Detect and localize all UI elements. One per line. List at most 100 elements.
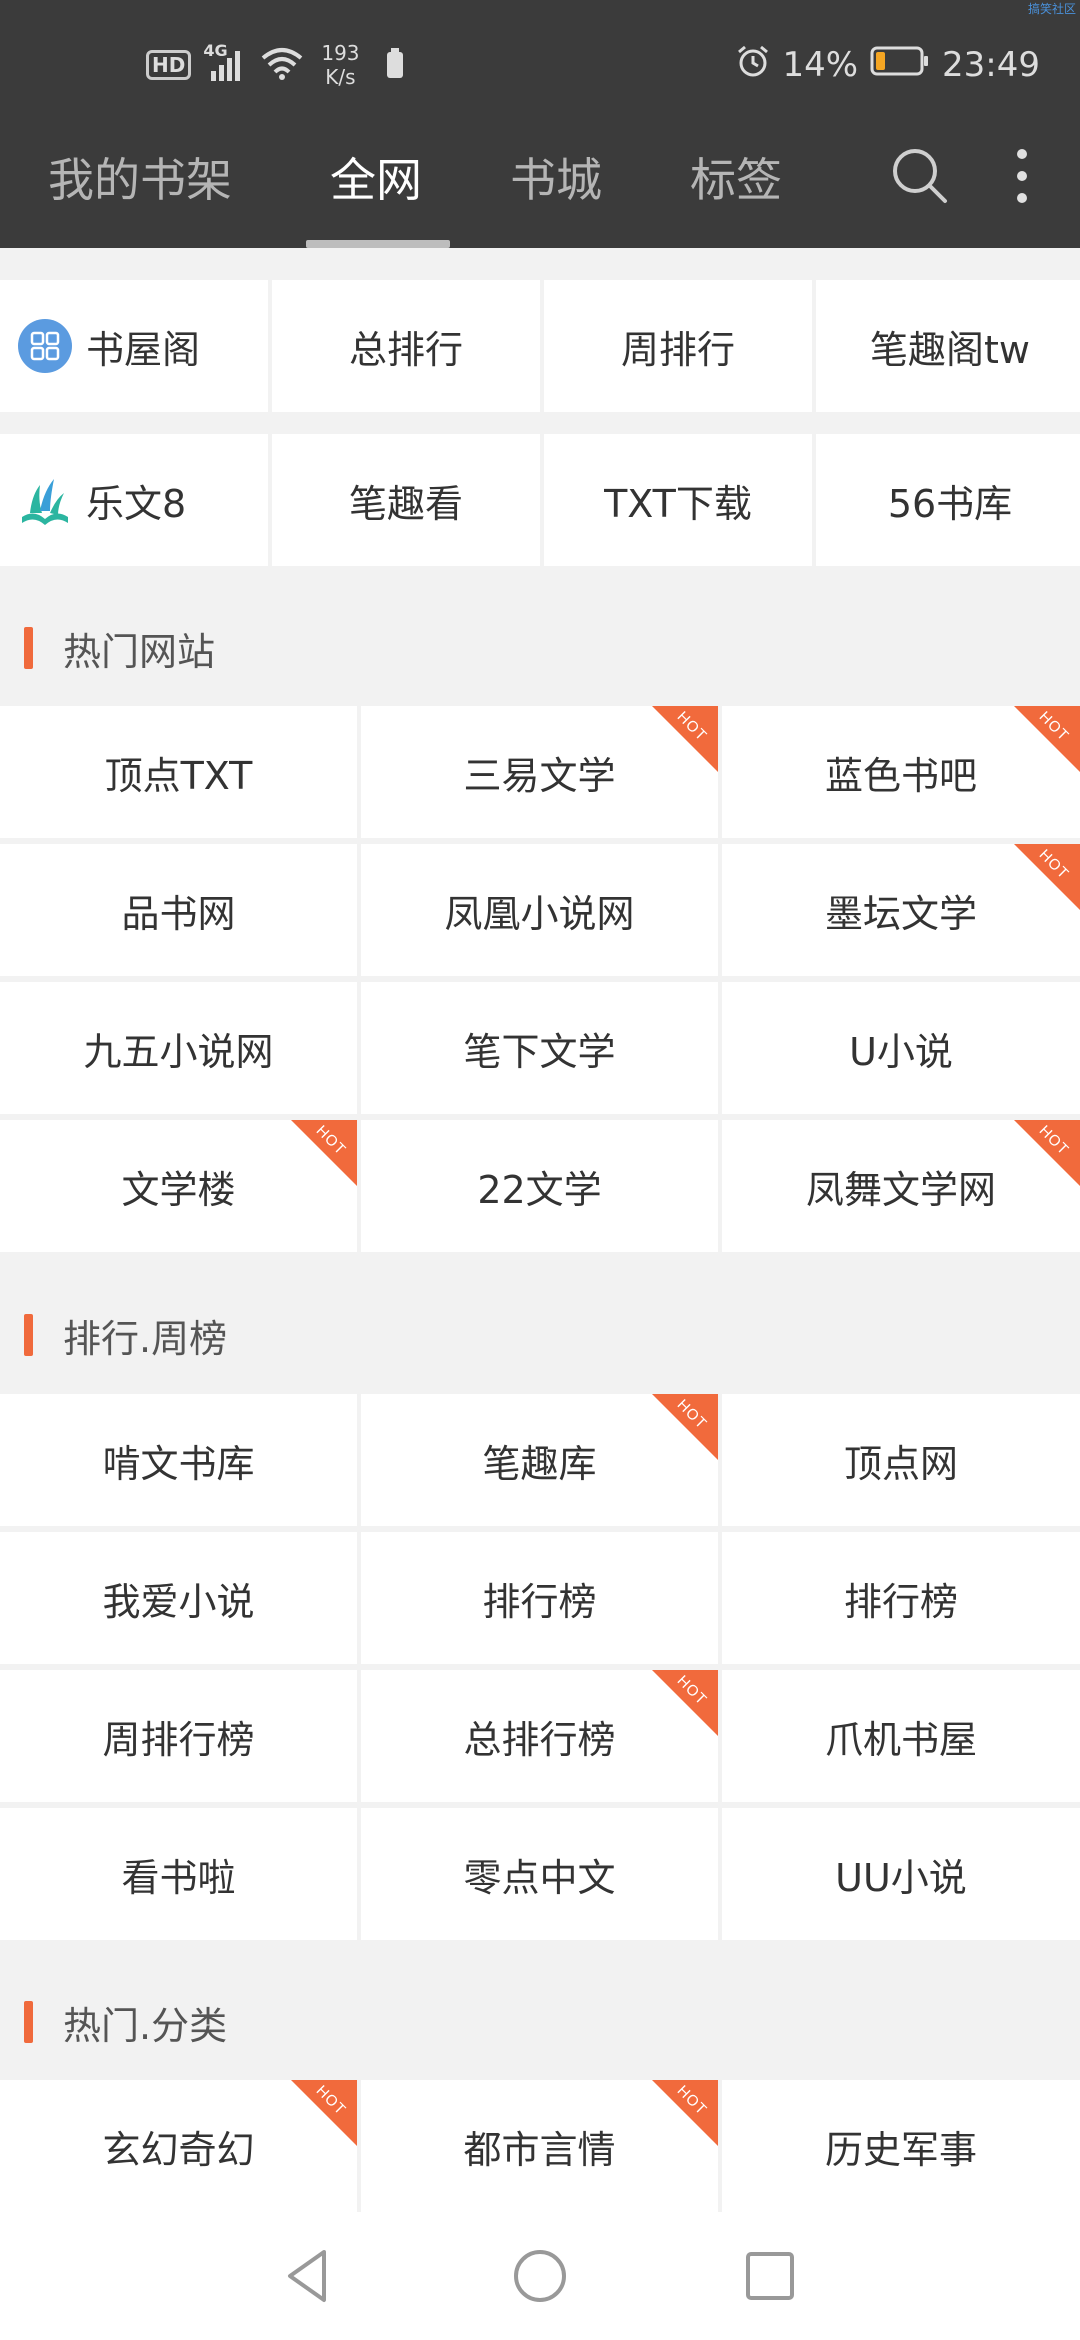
site-link-item[interactable]: 墨坛文学 HOT: [722, 844, 1080, 976]
site-link-label: 看书啦: [121, 1855, 236, 1900]
site-link-item[interactable]: 爪机书屋: [722, 1670, 1080, 1802]
battery-icon: [870, 45, 930, 85]
recent-square-icon[interactable]: [740, 2246, 800, 2306]
tab-tags[interactable]: 标签: [690, 148, 782, 212]
site-link-label: 排行榜: [843, 1579, 958, 1624]
wifi-icon: [261, 46, 303, 84]
site-link-item[interactable]: 九五小说网: [0, 982, 357, 1114]
quick-links-row-1: 书屋阁 总排行 周排行 笔趣阁tw: [0, 280, 1080, 412]
quick-link-biquge-tw[interactable]: 笔趣阁tw: [816, 280, 1080, 412]
site-link-item[interactable]: 都市言情 HOT: [361, 2080, 718, 2212]
site-link-item[interactable]: 蓝色书吧 HOT: [722, 706, 1080, 838]
quick-link-total-rank[interactable]: 总排行: [272, 280, 540, 412]
quick-link-label: 笔趣阁tw: [870, 327, 1030, 372]
site-link-label: 啃文书库: [102, 1441, 255, 1486]
site-link-item[interactable]: 排行榜: [722, 1532, 1080, 1664]
site-link-item[interactable]: 啃文书库: [0, 1394, 357, 1526]
site-link-label: 品书网: [121, 891, 236, 936]
site-link-item[interactable]: 顶点网: [722, 1394, 1080, 1526]
hot-badge-text: HOT: [673, 708, 711, 745]
status-left: HD 4G 193 K/s: [146, 40, 404, 90]
quick-link-weekly-rank[interactable]: 周排行: [544, 280, 812, 412]
quick-link-label: 笔趣看: [348, 481, 463, 526]
site-link-item[interactable]: 笔趣库 HOT: [361, 1394, 718, 1526]
site-link-item[interactable]: 凤舞文学网 HOT: [722, 1120, 1080, 1252]
weekly-rank-grid: 啃文书库 笔趣库 HOT 顶点网 我爱小说 排行榜 排行榜 周排行榜 总排行榜 HOT 爪机书屋 看书…: [0, 1394, 1080, 1940]
active-tab-indicator: [306, 240, 450, 248]
section-title-text: 排行.周榜: [63, 1316, 228, 1361]
site-link-item[interactable]: 周排行榜: [0, 1670, 357, 1802]
site-link-label: 凤舞文学网: [805, 1167, 996, 1212]
section-title-text: 热门网站: [63, 629, 216, 674]
site-link-label: 周排行榜: [102, 1717, 255, 1762]
hot-badge-text: HOT: [1035, 1122, 1073, 1159]
hot-badge-text: HOT: [312, 2082, 350, 2119]
site-link-item[interactable]: U小说: [722, 982, 1080, 1114]
main-content: 书屋阁 总排行 周排行 笔趣阁tw 乐文8 笔趣看 TXT下载 56书库 热门网…: [0, 248, 1080, 2212]
site-link-label: 三易文学: [463, 753, 616, 798]
grid-logo-icon: [18, 319, 72, 382]
quick-link-biqukan[interactable]: 笔趣看: [272, 434, 540, 566]
site-link-item[interactable]: 凤凰小说网: [361, 844, 718, 976]
site-link-label: 零点中文: [463, 1855, 616, 1900]
site-link-item[interactable]: 三易文学 HOT: [361, 706, 718, 838]
site-link-item[interactable]: 我爱小说: [0, 1532, 357, 1664]
site-link-label: 笔趣库: [482, 1441, 597, 1486]
section-title-hot-sites: 热门网站: [24, 618, 215, 678]
site-link-item[interactable]: 玄幻奇幻 HOT: [0, 2080, 357, 2212]
hot-badge-text: HOT: [673, 1672, 711, 1709]
quick-links-row-2: 乐文8 笔趣看 TXT下载 56书库: [0, 434, 1080, 566]
hd-badge: HD: [146, 50, 192, 80]
hot-badge-text: HOT: [673, 2082, 711, 2119]
quick-link-txt-download[interactable]: TXT下载: [544, 434, 812, 566]
site-link-item[interactable]: 历史军事: [722, 2080, 1080, 2212]
site-link-item[interactable]: 看书啦: [0, 1808, 357, 1940]
site-link-item[interactable]: 总排行榜 HOT: [361, 1670, 718, 1802]
quick-link-label: 书屋阁: [86, 327, 201, 372]
home-circle-icon[interactable]: [510, 2246, 570, 2306]
tab-all-web[interactable]: 全网: [330, 148, 422, 212]
quick-link-label: 56书库: [887, 481, 1013, 526]
quick-link-label: TXT下载: [604, 481, 752, 526]
hot-badge: HOT: [1014, 1120, 1080, 1186]
site-link-label: 顶点网: [843, 1441, 958, 1486]
site-link-label: 爪机书屋: [824, 1717, 977, 1762]
site-link-label: UU小说: [835, 1855, 967, 1900]
hot-badge: HOT: [652, 2080, 718, 2146]
site-link-item[interactable]: 零点中文: [361, 1808, 718, 1940]
site-link-item[interactable]: 排行榜: [361, 1532, 718, 1664]
quick-link-label: 乐文8: [86, 481, 187, 526]
clock-time: 23:49: [942, 45, 1040, 85]
speed-unit: K/s: [325, 65, 356, 89]
site-link-label: 都市言情: [463, 2127, 616, 2172]
speed-value: 193: [321, 41, 360, 65]
hot-badge: HOT: [652, 1670, 718, 1736]
site-link-item[interactable]: UU小说: [722, 1808, 1080, 1940]
section-title-weekly-rank: 排行.周榜: [24, 1305, 227, 1365]
quick-link-shuwuge[interactable]: 书屋阁: [0, 280, 268, 412]
site-link-item[interactable]: 品书网: [0, 844, 357, 976]
search-icon[interactable]: [890, 146, 950, 210]
book-logo-icon: [18, 473, 72, 536]
tab-bookshelf[interactable]: 我的书架: [48, 148, 232, 212]
site-link-label: 历史军事: [824, 2127, 977, 2172]
site-link-label: U小说: [849, 1029, 953, 1074]
hot-badge: HOT: [652, 1394, 718, 1460]
site-link-item[interactable]: 22文学: [361, 1120, 718, 1252]
site-link-item[interactable]: 文学楼 HOT: [0, 1120, 357, 1252]
back-triangle-icon[interactable]: [278, 2246, 338, 2306]
quick-link-lewen8[interactable]: 乐文8: [0, 434, 268, 566]
quick-link-56shuku[interactable]: 56书库: [816, 434, 1080, 566]
site-link-label: 22文学: [477, 1167, 602, 1212]
more-vertical-icon[interactable]: [1010, 146, 1034, 210]
site-link-label: 九五小说网: [83, 1029, 274, 1074]
hot-sites-grid: 顶点TXT 三易文学 HOT 蓝色书吧 HOT 品书网 凤凰小说网 墨坛文学 HOT 九五小说网 笔…: [0, 706, 1080, 1252]
quick-link-label: 周排行: [620, 327, 735, 372]
hot-badge: HOT: [291, 2080, 357, 2146]
hot-badge: HOT: [291, 1120, 357, 1186]
site-link-item[interactable]: 笔下文学: [361, 982, 718, 1114]
tab-bookstore[interactable]: 书城: [510, 148, 602, 212]
site-link-label: 凤凰小说网: [444, 891, 635, 936]
site-link-item[interactable]: 顶点TXT: [0, 706, 357, 838]
status-right: 14% 23:49: [736, 40, 1040, 90]
